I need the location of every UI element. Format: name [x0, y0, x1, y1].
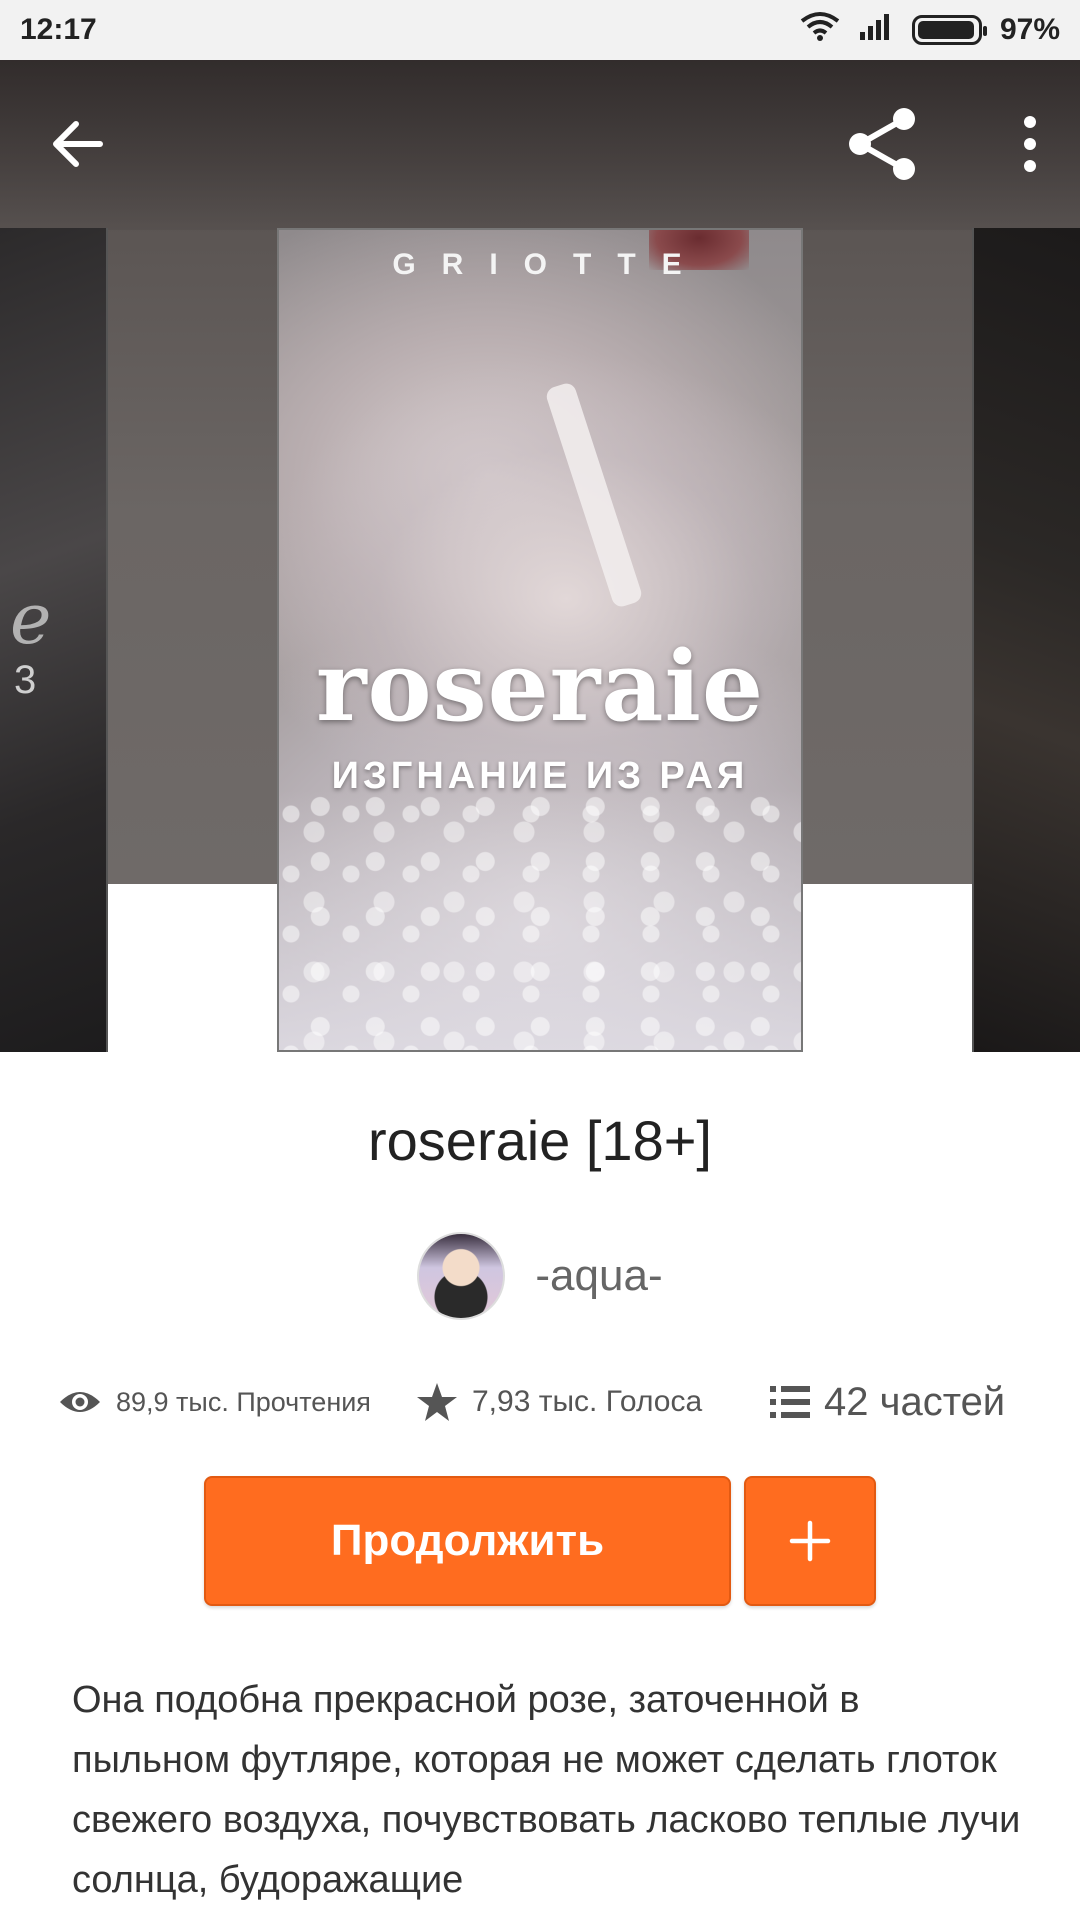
cover-art-strap: [544, 380, 644, 610]
more-options-button[interactable]: [1020, 116, 1040, 172]
share-button[interactable]: [846, 107, 920, 181]
story-stats: 89,9 тыс. Прочтения 7,93 тыс. Голоса 42 …: [0, 1370, 1080, 1434]
next-story-cover[interactable]: [972, 228, 1080, 1052]
status-bar: 12:17 97%: [0, 0, 1080, 60]
stat-reads: 89,9 тыс. Прочтения: [58, 1370, 371, 1434]
cover-title: roseraie: [315, 630, 765, 743]
status-icons: 97%: [800, 11, 1060, 49]
continue-reading-button[interactable]: Продолжить: [204, 1476, 731, 1606]
parts-count: 42 частей: [824, 1379, 1006, 1424]
add-to-library-button[interactable]: [744, 1476, 876, 1606]
battery-icon: [911, 15, 987, 45]
author-row[interactable]: -aqua-: [0, 1232, 1080, 1320]
back-button[interactable]: [50, 116, 106, 172]
status-time: 12:17: [20, 13, 97, 46]
story-details-screen: 12:17 97% e 3 GRIOTTE roseraie ИЗГНАНИЕ …: [0, 0, 1080, 1920]
cover-lace-pattern: [279, 790, 801, 1050]
previous-story-cover[interactable]: e 3: [0, 228, 108, 1052]
previous-cover-number: 3: [14, 658, 37, 702]
more-vertical-icon: [1024, 116, 1036, 172]
author-avatar[interactable]: [417, 1232, 506, 1320]
previous-cover-mark: e: [10, 578, 52, 660]
stat-votes: 7,93 тыс. Голоса: [416, 1370, 702, 1434]
stat-parts: 42 частей: [770, 1370, 1005, 1434]
toolbar-actions: [846, 107, 1040, 181]
cover-author-mark: GRIOTTE: [392, 248, 708, 281]
votes-count: 7,93 тыс. Голоса: [472, 1385, 703, 1418]
author-name[interactable]: -aqua-: [535, 1251, 662, 1301]
arrow-left-icon: [53, 121, 103, 167]
star-icon: [417, 1383, 457, 1421]
list-icon: [770, 1386, 810, 1418]
story-description: Она подобна прекрасной розе, заточенной …: [72, 1679, 1021, 1901]
signal-icon: [858, 12, 894, 48]
story-title: roseraie [18+]: [368, 1109, 712, 1172]
battery-percent: 97%: [999, 13, 1060, 46]
top-toolbar: [0, 60, 1080, 228]
wifi-icon: [800, 11, 840, 49]
plus-icon: [789, 1520, 831, 1562]
story-cover[interactable]: GRIOTTE roseraie ИЗГНАНИЕ ИЗ РАЯ: [277, 228, 803, 1052]
reads-count: 89,9 тыс. Прочтения: [116, 1386, 371, 1417]
eye-icon: [60, 1392, 100, 1412]
battery-fill: [917, 21, 975, 39]
share-icon: [849, 108, 915, 180]
